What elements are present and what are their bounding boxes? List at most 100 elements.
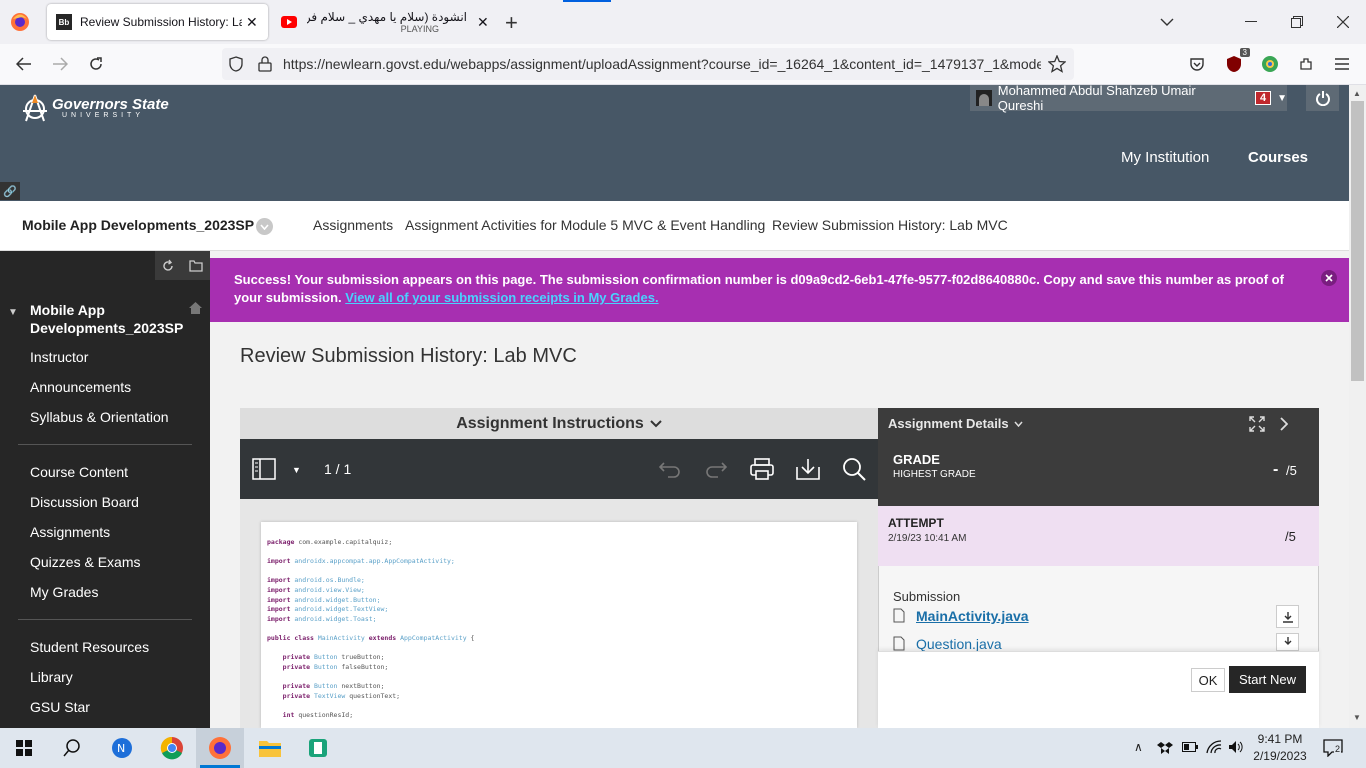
details-toggle[interactable]: Assignment Details bbox=[888, 416, 1023, 431]
sidebar-item-assignments[interactable]: Assignments bbox=[30, 524, 110, 540]
chrome-icon[interactable] bbox=[148, 728, 196, 768]
file-link-mainactivity[interactable]: MainActivity.java bbox=[916, 608, 1029, 624]
breadcrumb-course[interactable]: Mobile App Developments_2023SP bbox=[22, 217, 254, 233]
app-icon[interactable] bbox=[294, 728, 342, 768]
volume-icon[interactable] bbox=[1228, 740, 1244, 754]
search-icon[interactable] bbox=[841, 457, 867, 481]
close-window-icon[interactable] bbox=[1320, 0, 1366, 44]
pocket-icon[interactable] bbox=[1183, 50, 1211, 78]
attempt-row[interactable]: ATTEMPT 2/19/23 10:41 AM /5 bbox=[878, 506, 1319, 566]
forward-icon[interactable] bbox=[46, 50, 74, 78]
file-link-question[interactable]: Question.java bbox=[916, 636, 1002, 652]
redo-icon[interactable] bbox=[704, 459, 728, 479]
firefox-icon[interactable] bbox=[196, 728, 244, 768]
course-menu-chevron-icon[interactable] bbox=[256, 218, 273, 235]
bb-header: Governors State UNIVERSITY Mohammed Abdu… bbox=[0, 83, 1349, 201]
clock-date[interactable]: 2/19/2023 bbox=[1250, 749, 1310, 763]
download-file-button[interactable] bbox=[1276, 633, 1299, 651]
print-icon[interactable] bbox=[749, 457, 775, 481]
download-icon[interactable] bbox=[795, 457, 821, 481]
sidebar-item-announcements[interactable]: Announcements bbox=[30, 379, 131, 395]
file-explorer-icon[interactable] bbox=[246, 728, 294, 768]
gsu-logo[interactable] bbox=[20, 93, 50, 123]
close-banner-icon[interactable] bbox=[1321, 270, 1337, 286]
undo-icon[interactable] bbox=[658, 459, 682, 479]
sidebar-item-gsu-star[interactable]: GSU Star bbox=[30, 699, 90, 715]
dropbox-icon[interactable] bbox=[1157, 741, 1173, 755]
tab-youtube[interactable]: انشودة (سلام يا مهدي _ سلام فرد PLAYING … bbox=[275, 4, 495, 40]
sidebar-item-syllabus[interactable]: Syllabus & Orientation bbox=[30, 409, 169, 425]
download-icon bbox=[1284, 637, 1291, 645]
nav-my-institution[interactable]: My Institution bbox=[1121, 149, 1209, 166]
search-icon[interactable] bbox=[48, 728, 96, 768]
chevron-down-icon bbox=[650, 419, 662, 427]
start-new-button[interactable]: Start New bbox=[1229, 666, 1306, 693]
battery-icon[interactable] bbox=[1182, 742, 1198, 752]
user-menu[interactable]: Mohammed Abdul Shahzeb Umair Qureshi 4 ▼ bbox=[970, 83, 1287, 113]
chevron-down-icon[interactable]: ▼ bbox=[1277, 93, 1287, 104]
success-banner: Success! Your submission appears on this… bbox=[210, 258, 1349, 322]
folder-icon[interactable] bbox=[189, 259, 203, 272]
ok-button[interactable]: OK bbox=[1191, 668, 1225, 692]
collapse-triangle-icon[interactable]: ▼ bbox=[8, 307, 18, 318]
app-icon[interactable]: N bbox=[98, 728, 146, 768]
clock-time[interactable]: 9:41 PM bbox=[1254, 732, 1306, 746]
reload-icon[interactable] bbox=[82, 50, 110, 78]
notification-badge[interactable]: 4 bbox=[1254, 91, 1272, 105]
tab-review-submission[interactable]: Bb Review Submission History: Lab ✕ bbox=[47, 4, 268, 40]
minimize-icon[interactable] bbox=[1228, 0, 1274, 44]
pdf-page: package com.example.capitalquiz; import a… bbox=[261, 522, 857, 728]
page-scrollbar[interactable]: ▲ ▼ bbox=[1349, 85, 1366, 728]
tracking-shield-icon[interactable] bbox=[228, 56, 244, 72]
menu-icon[interactable] bbox=[1328, 50, 1356, 78]
sidebar-item-my-grades[interactable]: My Grades bbox=[30, 584, 98, 600]
firefox-menu-icon[interactable] bbox=[10, 12, 30, 32]
scroll-thumb[interactable] bbox=[1351, 101, 1364, 381]
tray-chevron-icon[interactable]: ∧ bbox=[1134, 740, 1143, 754]
logo-text: Governors State bbox=[52, 96, 169, 113]
sidebar-item-course-content[interactable]: Course Content bbox=[30, 464, 128, 480]
ublock-icon[interactable]: 3 bbox=[1220, 48, 1250, 78]
sidebar-item-student-resources[interactable]: Student Resources bbox=[30, 639, 149, 655]
instructions-toggle[interactable]: Assignment Instructions bbox=[240, 408, 878, 439]
bookmark-star-icon[interactable] bbox=[1048, 55, 1066, 73]
windows-start-icon[interactable] bbox=[0, 728, 48, 768]
restore-icon[interactable] bbox=[1274, 0, 1320, 44]
sidebar-toggle-icon[interactable] bbox=[252, 458, 276, 480]
breadcrumb-module[interactable]: Assignment Activities for Module 5 MVC &… bbox=[405, 217, 765, 233]
refresh-icon[interactable] bbox=[161, 259, 175, 273]
caret-down-icon[interactable]: ▼ bbox=[292, 465, 301, 475]
new-tab-icon[interactable]: + bbox=[505, 10, 518, 36]
url-bar[interactable]: https://newlearn.govst.edu/webapps/assig… bbox=[222, 48, 1074, 80]
extensions-icon[interactable] bbox=[1292, 50, 1320, 78]
notifications-icon[interactable]: 2 bbox=[1323, 739, 1343, 757]
extension-globe-icon[interactable] bbox=[1256, 50, 1284, 78]
expand-icon[interactable] bbox=[1249, 416, 1265, 432]
scroll-up-icon[interactable]: ▲ bbox=[1353, 89, 1361, 98]
lock-icon[interactable] bbox=[258, 56, 272, 72]
home-icon[interactable] bbox=[188, 301, 203, 315]
code-line: private Button falseButton; bbox=[282, 662, 389, 671]
chevron-right-icon[interactable] bbox=[1280, 417, 1288, 431]
receipts-link[interactable]: View all of your submission receipts in … bbox=[345, 290, 658, 305]
close-tab-icon[interactable]: ✕ bbox=[246, 14, 258, 31]
back-icon[interactable] bbox=[10, 50, 38, 78]
download-file-button[interactable] bbox=[1276, 605, 1299, 628]
nav-courses[interactable]: Courses bbox=[1248, 149, 1308, 166]
sidebar-course-title[interactable]: Mobile App Developments_2023SP bbox=[30, 301, 183, 337]
breadcrumb-assignments[interactable]: Assignments bbox=[313, 217, 393, 233]
list-tabs-icon[interactable] bbox=[1144, 0, 1190, 44]
wifi-icon[interactable] bbox=[1206, 740, 1222, 754]
scroll-down-icon[interactable]: ▼ bbox=[1353, 713, 1361, 722]
sidebar-item-quizzes[interactable]: Quizzes & Exams bbox=[30, 554, 140, 570]
sidebar-item-instructor[interactable]: Instructor bbox=[30, 349, 88, 365]
download-icon bbox=[1282, 611, 1293, 623]
link-icon[interactable]: 🔗 bbox=[0, 182, 20, 200]
close-tab-icon[interactable]: ✕ bbox=[477, 14, 489, 31]
logout-button[interactable] bbox=[1306, 85, 1339, 111]
sidebar-item-library[interactable]: Library bbox=[30, 669, 73, 685]
url-text[interactable]: https://newlearn.govst.edu/webapps/assig… bbox=[283, 56, 1041, 72]
sidebar-item-discussion-board[interactable]: Discussion Board bbox=[30, 494, 139, 510]
